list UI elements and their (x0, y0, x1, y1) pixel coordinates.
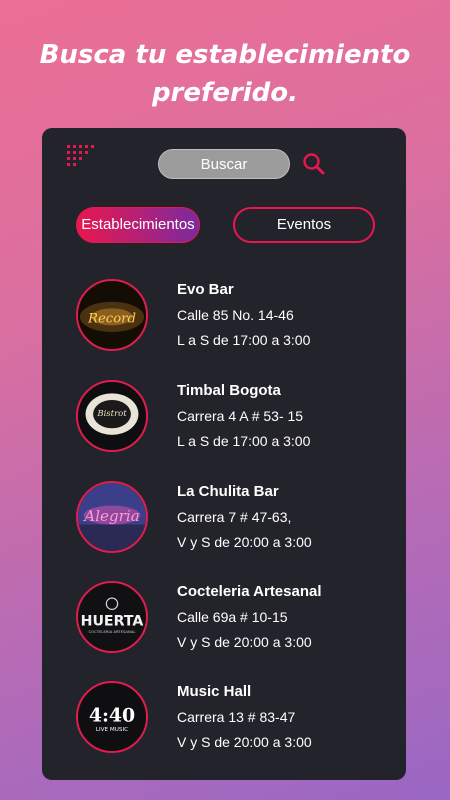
list-item-venue[interactable]: 4:40 LIVE MUSIC Music Hall Carrera 13 # … (76, 681, 396, 761)
venue-name: Timbal Bogota (177, 382, 281, 399)
headline-line-2: preferido. (151, 78, 299, 108)
venue-logo: HUERTA COCTELERIA ARTESANAL (76, 581, 148, 653)
venue-logo: 4:40 LIVE MUSIC (76, 681, 148, 753)
app-panel: Buscar Establecimientos Eventos Record E… (42, 128, 406, 780)
venue-name: La Chulita Bar (177, 483, 279, 500)
venue-logo-text: Record (87, 312, 136, 327)
venue-logo-subtext: LIVE MUSIC (96, 727, 128, 733)
venue-logo-text: Alegria (82, 507, 139, 525)
venue-address: Carrera 4 A # 53- 15 (177, 408, 304, 424)
venue-hours: L a S de 17:00 a 3:00 (177, 433, 311, 449)
venue-logo-image: Bistrot (78, 382, 146, 450)
venue-address: Carrera 13 # 83-47 (177, 709, 296, 725)
list-item-venue[interactable]: Bistrot Timbal Bogota Carrera 4 A # 53- … (76, 380, 396, 460)
venue-logo: Bistrot (76, 380, 148, 452)
search-icon[interactable] (302, 152, 326, 176)
venue-name: Evo Bar (177, 281, 234, 298)
venue-hours: V y S de 20:00 a 3:00 (177, 534, 312, 550)
grid-dots-icon[interactable] (67, 145, 95, 167)
venue-logo-text: Bistrot (96, 409, 127, 419)
list-item-venue[interactable]: Alegria La Chulita Bar Carrera 7 # 47-63… (76, 481, 396, 561)
venue-logo: Alegria (76, 481, 148, 553)
venue-logo-image: Record (78, 281, 146, 349)
tab-eventos[interactable]: Eventos (233, 207, 375, 243)
venue-logo-text: 4:40 (89, 705, 135, 727)
venue-hours: V y S de 20:00 a 3:00 (177, 734, 312, 750)
venue-hours: L a S de 17:00 a 3:00 (177, 332, 311, 348)
venue-name: Music Hall (177, 683, 252, 700)
headline-line-1: Busca tu establecimiento (39, 40, 411, 70)
venue-logo-image: 4:40 LIVE MUSIC (78, 683, 146, 751)
venue-logo-image: HUERTA COCTELERIA ARTESANAL (78, 583, 146, 651)
venue-address: Carrera 7 # 47-63, (177, 509, 292, 525)
venue-logo-text: HUERTA (81, 614, 144, 630)
venue-address: Calle 85 No. 14-46 (177, 307, 294, 323)
venue-hours: V y S de 20:00 a 3:00 (177, 634, 312, 650)
venue-logo-subtext: COCTELERIA ARTESANAL (88, 630, 136, 634)
venue-logo: Record (76, 279, 148, 351)
list-item-venue[interactable]: HUERTA COCTELERIA ARTESANAL Cocteleria A… (76, 581, 396, 661)
search-input[interactable]: Buscar (158, 149, 290, 179)
venue-logo-image: Alegria (78, 483, 146, 551)
venue-name: Cocteleria Artesanal (177, 583, 322, 600)
list-item-venue[interactable]: Record Evo Bar Calle 85 No. 14-46 L a S … (76, 279, 396, 359)
tab-establecimientos[interactable]: Establecimientos (76, 207, 200, 243)
venue-address: Calle 69a # 10-15 (177, 609, 288, 625)
headline: Busca tu establecimiento preferido. (0, 36, 450, 112)
